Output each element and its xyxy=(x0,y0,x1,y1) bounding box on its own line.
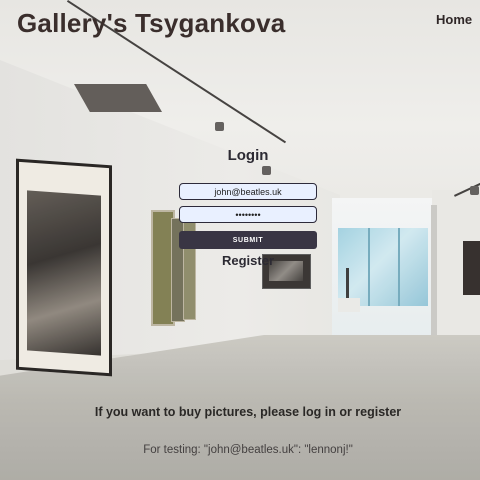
email-field[interactable] xyxy=(179,183,317,200)
info-text: If you want to buy pictures, please log … xyxy=(94,405,402,419)
login-heading: Login xyxy=(227,147,269,164)
register-link[interactable]: Register xyxy=(222,253,274,268)
submit-button[interactable]: SUBMIT xyxy=(179,231,317,249)
site-title: Gallery's Tsygankova xyxy=(17,8,286,38)
nav-home-link[interactable]: Home xyxy=(436,12,472,27)
testing-credentials-text: For testing: "john@beatles.uk": "lennonj… xyxy=(143,444,353,456)
password-field[interactable] xyxy=(179,206,317,223)
